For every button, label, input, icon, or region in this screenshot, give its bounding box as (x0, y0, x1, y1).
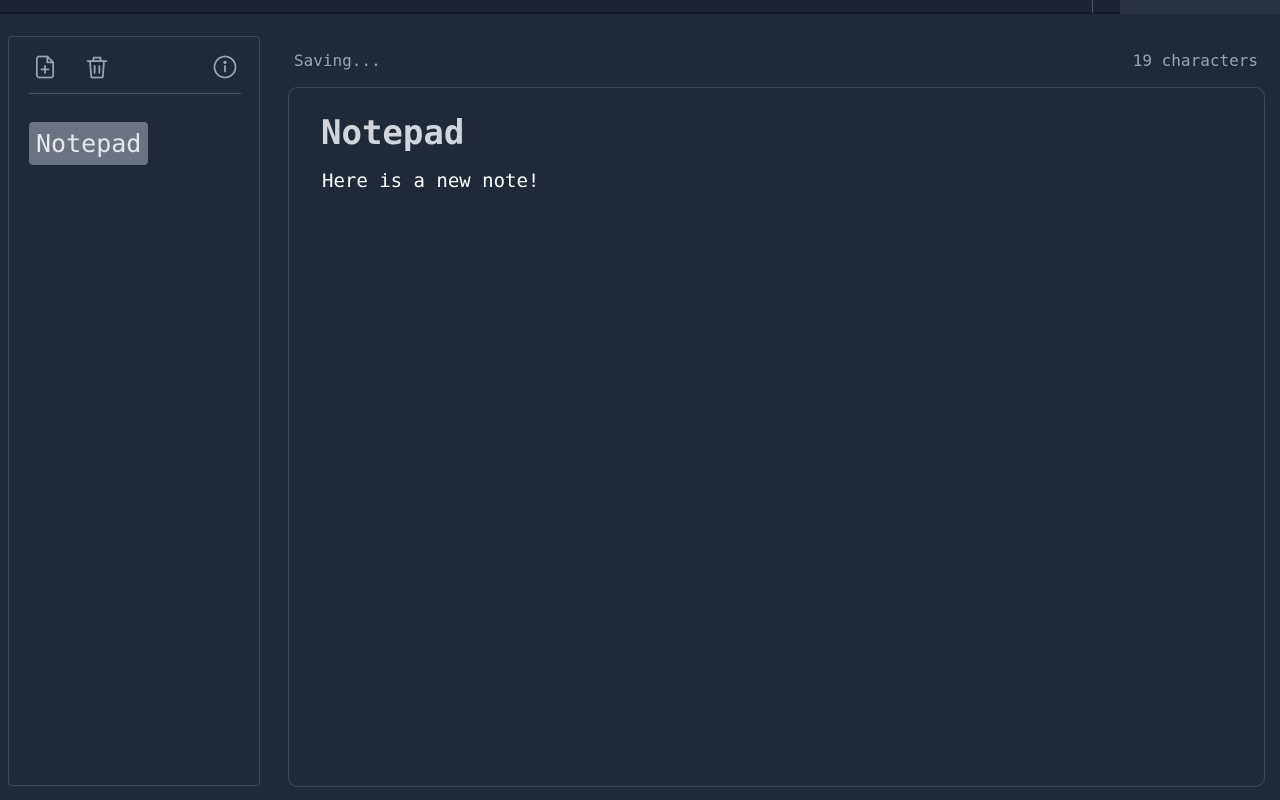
top-bar-dark (0, 0, 1120, 14)
sidebar-divider (29, 93, 241, 94)
info-button[interactable] (209, 51, 241, 83)
trash-icon (86, 56, 108, 79)
note-body[interactable]: Here is a new note! (322, 168, 539, 194)
note-title[interactable]: Notepad (321, 110, 464, 156)
file-plus-icon (35, 55, 55, 79)
note-editor[interactable]: Notepad Here is a new note! (288, 87, 1265, 787)
new-note-button[interactable] (29, 51, 61, 83)
save-status: Saving... (294, 51, 381, 70)
sidebar-note-item[interactable]: Notepad (29, 122, 149, 165)
delete-note-button[interactable] (81, 51, 113, 83)
sidebar: Notepad (8, 36, 260, 786)
sidebar-toolbar (29, 51, 241, 83)
top-window-strip (0, 0, 1280, 16)
info-icon (213, 55, 237, 79)
character-count: 19 characters (1132, 51, 1258, 70)
top-bar-tab (1120, 0, 1280, 14)
top-bar-divider (1092, 0, 1093, 13)
